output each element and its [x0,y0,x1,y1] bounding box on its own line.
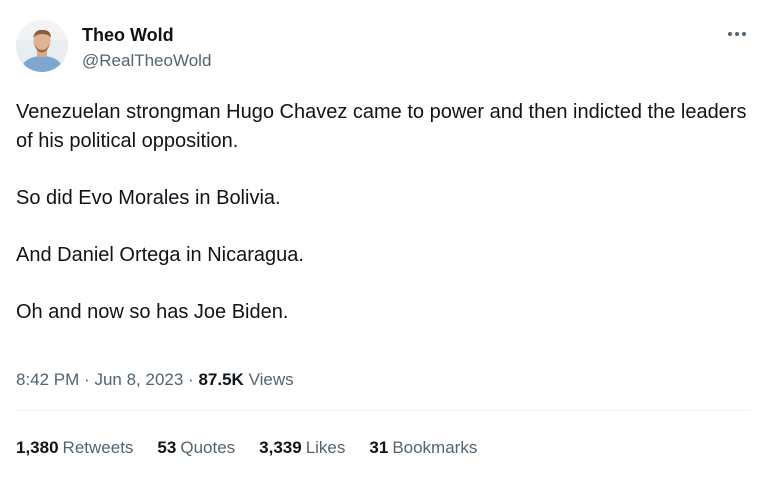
quotes-stat[interactable]: 53 Quotes [157,436,235,460]
tweet-date[interactable]: Jun 8, 2023 [94,370,183,389]
retweets-stat[interactable]: 1,380 Retweets [16,436,133,460]
author-names: Theo Wold @RealTheoWold [82,24,211,72]
more-dot [742,32,746,36]
more-dot [728,32,732,36]
likes-count: 3,339 [259,438,302,457]
bookmarks-label: Bookmarks [392,438,478,457]
views-count[interactable]: 87.5K [198,370,243,389]
tweet-paragraph: Oh and now so has Joe Biden. [16,301,289,323]
author-handle[interactable]: @RealTheoWold [82,50,211,72]
likes-label: Likes [305,438,346,457]
quotes-label: Quotes [180,438,236,457]
divider [16,410,750,411]
more-dot [735,32,739,36]
avatar-photo-icon [16,20,68,72]
tweet-card: Theo Wold @RealTheoWold Venezuelan stron… [0,0,768,477]
views-label: Views [248,370,294,389]
bookmarks-stat[interactable]: 31 Bookmarks [369,436,477,460]
more-options-icon[interactable] [724,24,750,44]
tweet-header: Theo Wold @RealTheoWold [16,18,752,76]
retweets-count: 1,380 [16,438,59,457]
meta-separator: · [84,370,90,389]
retweets-label: Retweets [62,438,134,457]
tweet-paragraph: Venezuelan strongman Hugo Chavez came to… [16,101,747,152]
bookmarks-count: 31 [369,438,389,457]
tweet-paragraph: So did Evo Morales in Bolivia. [16,187,281,209]
engagement-stats: 1,380 Retweets 53 Quotes 3,339 Likes 31 Bookmar… [16,436,501,460]
tweet-time[interactable]: 8:42 PM [16,370,79,389]
avatar[interactable] [16,20,68,72]
likes-stat[interactable]: 3,339 Likes [259,436,345,460]
quotes-count: 53 [157,438,177,457]
tweet-text: Venezuelan strongman Hugo Chavez came to… [16,98,752,355]
tweet-paragraph: And Daniel Ortega in Nicaragua. [16,244,304,266]
tweet-meta: 8:42 PM · Jun 8, 2023 · 87.5K Views [16,368,294,392]
author-display-name[interactable]: Theo Wold [82,24,211,46]
meta-separator: · [188,370,194,389]
